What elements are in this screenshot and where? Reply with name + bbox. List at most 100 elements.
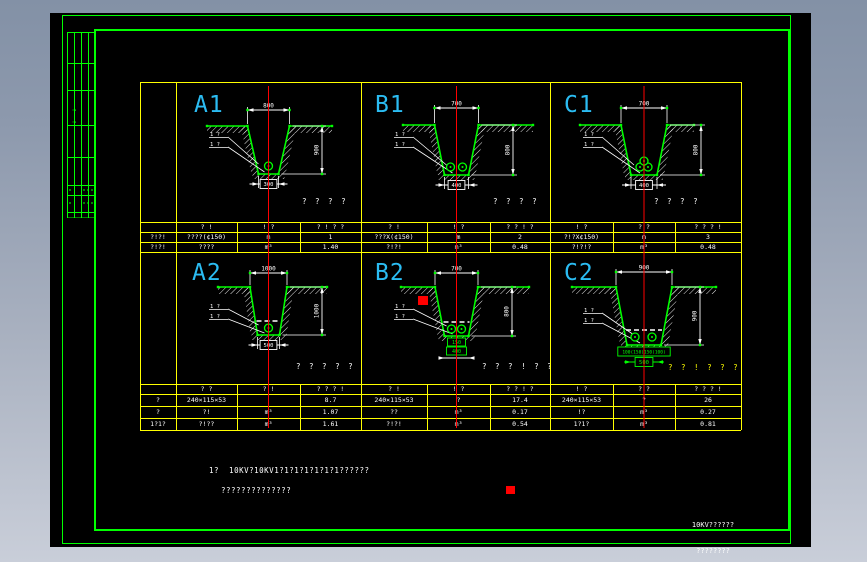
table-cell: 26 <box>704 395 712 404</box>
svg-text:1000: 1000 <box>261 266 276 273</box>
drawing-title-text: 10KV?????? ???????? <box>658 503 768 562</box>
table-cell: ? <box>456 395 461 404</box>
panel-A2: 100010005001 ?1 ?A2? ? ? ? ? ! ? <box>176 252 361 384</box>
table-cell: m³ <box>264 419 273 428</box>
table-cell: 240×115×53 <box>374 395 414 404</box>
table-cell: ! <box>266 395 271 404</box>
table-header-cell: ! ? <box>452 222 465 231</box>
table-cell: ?!?X¢150) <box>563 232 600 241</box>
svg-text:? ? ? ! ? ?: ? ? ? ! ? ? <box>482 362 550 371</box>
panel-title-B2: B2 <box>375 260 405 286</box>
panel-A1: 800 900 300 1 ? 1 ? A1? ? ? ? <box>176 82 361 222</box>
table-cell: ?? <box>390 407 398 416</box>
svg-text:? ? ? ? ? ! ?: ? ? ? ? ? ! ? <box>296 362 361 371</box>
table-cell: 1.61 <box>322 419 339 428</box>
table-cell: m <box>266 232 271 241</box>
table-header-cell: ? ! <box>262 384 275 393</box>
table-cell: m³ <box>454 407 463 416</box>
table-header-cell: ! ? <box>575 222 588 231</box>
table-header-cell: ? ? <box>638 222 650 231</box>
table-cell: 1.40 <box>322 242 339 251</box>
svg-text:400: 400 <box>452 349 461 355</box>
svg-text:500: 500 <box>639 360 649 366</box>
trench-drawing-A1: 8009003001 ?1 ?A1? ? ? ? <box>194 92 346 206</box>
svg-text:800: 800 <box>693 144 700 155</box>
table-header-cell: ? ? ! ? <box>506 222 534 231</box>
table-cell: m³ <box>454 242 463 251</box>
table-cell: m³ <box>264 407 273 416</box>
row-label-cell: 1?1? <box>150 419 166 428</box>
table-cell: 1?1? <box>573 419 590 428</box>
table-cell: 17.4 <box>512 395 528 404</box>
table-header-cell: ? ! <box>200 222 213 231</box>
drawing-title-line-2: ???????? <box>696 546 730 555</box>
table-cell: 0.54 <box>512 419 528 428</box>
table-cell: 1.07 <box>322 407 339 416</box>
table-header-cell: ? ? ? ! <box>694 222 722 231</box>
row-label-cell: ?!?! <box>150 242 166 251</box>
table-cell: 1 <box>328 232 333 241</box>
table-cell: ?!?? <box>198 419 215 428</box>
svg-text:100(150)150(100): 100(150)150(100) <box>622 350 665 356</box>
svg-text:400: 400 <box>452 183 462 189</box>
red-marker-bottom <box>506 486 515 494</box>
table-header-cell: ! ? <box>575 384 588 393</box>
table-cell: m³ <box>454 419 463 428</box>
table-header-cell: ? ? <box>200 384 213 393</box>
table-cell: m³ <box>640 407 648 416</box>
panel-B1: 700 800 400 1 ? 1 ? B1? ? ? ? <box>361 82 550 222</box>
svg-text:800: 800 <box>263 103 274 110</box>
table-cell: ?! <box>202 407 211 416</box>
title-block-strip: ?? <box>67 32 95 218</box>
trench-drawing-A2: 100010005001 ?1 ?A2? ? ? ? ? ! ? <box>192 260 361 371</box>
table-header-cell: ? ? ? ! <box>694 384 722 393</box>
table-cell: 0.17 <box>512 407 528 416</box>
svg-text:900: 900 <box>314 144 321 155</box>
table-cell: 3 <box>706 232 710 241</box>
table-cell: ? <box>642 395 646 404</box>
table-cell: ?!?! <box>386 242 402 251</box>
table-cell: ?!?! <box>386 419 402 428</box>
table-cell: m <box>642 232 646 241</box>
table-header-cell: ? ? ? ! <box>316 384 345 393</box>
table-cell: 240×115×53 <box>561 395 602 404</box>
cad-viewport: ?? 800 900 300 1 ? 1 ? A1? ? ? ? 700 800 400 1 ? 1… <box>0 0 867 562</box>
table-cell: m³ <box>640 242 648 251</box>
svg-text:? ? ? ?: ? ? ? ? <box>493 197 539 206</box>
table-cell: !? <box>577 407 586 416</box>
table-header-cell: ? ? <box>638 384 650 393</box>
note-line-1: 1? 10KV?10KV1?1?1?1?1?1?1?????? <box>209 466 370 475</box>
table-cell: ???? <box>198 242 215 251</box>
panel-title-A1: A1 <box>194 92 224 118</box>
panel-B2: 700 800 150 400 1 ? 1 ? B2? ? ? ! ? ? <box>361 252 550 384</box>
table-header-cell: ! ? <box>262 222 275 231</box>
svg-text:900: 900 <box>639 265 650 272</box>
table-cell: 0.48 <box>700 242 716 251</box>
panel-title-B1: B1 <box>375 92 405 118</box>
table-header-cell: ? ! <box>388 222 400 231</box>
table-cell: m <box>456 232 461 241</box>
panel-C2: 900 900 100(150)150(100) 500 1 ? 1 ? C2? ? ! ?… <box>550 252 741 384</box>
table-cell: 240×115×53 <box>186 395 227 404</box>
table-cell: ????(¢150) <box>186 232 227 241</box>
note-line-2: ?????????????? <box>221 486 292 495</box>
table-header-cell: ? ! ? ? <box>316 222 345 231</box>
svg-text:?: ? <box>70 108 76 111</box>
trench-drawing-C1: 7008004001 ?1 ?C1? ? ? ? <box>564 92 705 206</box>
trench-drawing-B1: 7008004001 ?1 ?B1? ? ? ? <box>375 92 539 206</box>
svg-text:150: 150 <box>452 340 461 346</box>
svg-text:800: 800 <box>504 306 511 317</box>
panel-title-C1: C1 <box>564 92 594 118</box>
table-header-cell: ! ? <box>452 384 465 393</box>
table-header-cell: ? ! <box>388 384 400 393</box>
svg-text:700: 700 <box>451 101 462 108</box>
table-cell: 2 <box>518 232 522 241</box>
svg-text:900: 900 <box>692 310 699 321</box>
svg-text:500: 500 <box>264 343 274 349</box>
table-cell: 0.48 <box>512 242 528 251</box>
panel-title-C2: C2 <box>564 260 594 286</box>
table-cell: m³ <box>640 419 648 428</box>
svg-text:? ? ? ?: ? ? ? ? <box>654 197 700 206</box>
svg-text:700: 700 <box>451 266 462 273</box>
table-cell: 8.7 <box>324 395 337 404</box>
